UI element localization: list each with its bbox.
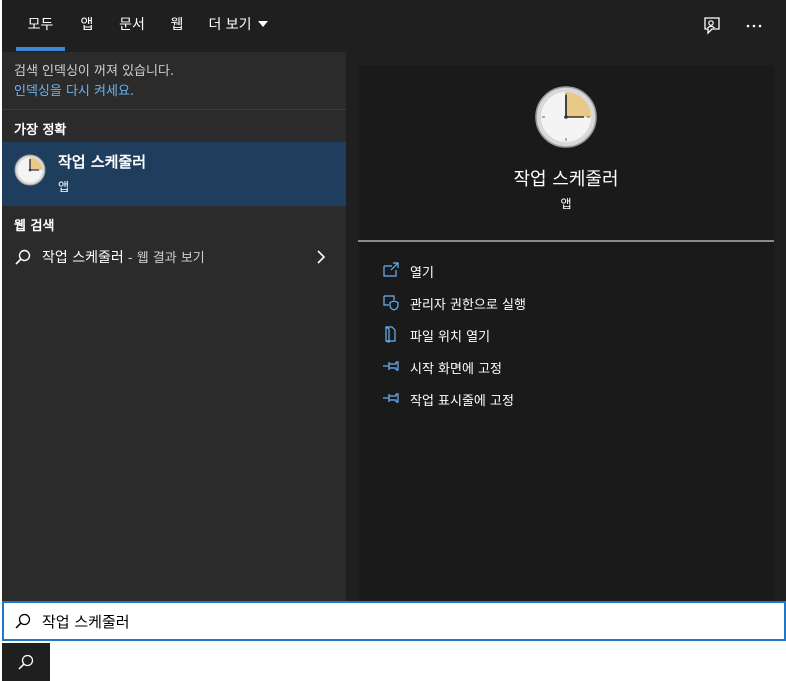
search-input[interactable]: 작업 스케줄러	[42, 611, 130, 632]
tab-web[interactable]: 웹	[162, 0, 192, 52]
web-search-suffix: - 웹 결과 보기	[123, 251, 205, 266]
feedback-icon[interactable]	[700, 14, 724, 38]
clock-icon	[535, 86, 597, 148]
preview-type: 앱	[560, 197, 572, 211]
chevron-right-icon[interactable]	[314, 248, 328, 266]
search-flyout: 모두 앱 문서 웹 더 보기 검색 인덱싱이 꺼져 있습니다. 인덱싱을 다시 …	[2, 0, 786, 601]
tab-all[interactable]: 모두	[16, 0, 65, 52]
web-search-heading: 웹 검색	[14, 219, 55, 234]
action-pin-to-taskbar[interactable]: 작업 표시줄에 고정	[382, 386, 762, 412]
action-pin-to-start[interactable]: 시작 화면에 고정	[382, 354, 762, 380]
search-icon	[15, 249, 31, 265]
results-pane: 검색 인덱싱이 꺼져 있습니다. 인덱싱을 다시 켜세요. 가장 정확 작업 스…	[2, 52, 346, 601]
action-label: 열기	[410, 266, 434, 281]
action-label: 작업 표시줄에 고정	[410, 394, 514, 409]
tab-documents[interactable]: 문서	[112, 0, 152, 52]
indexing-notice-text: 검색 인덱싱이 꺼져 있습니다.	[14, 64, 175, 79]
tab-label: 더 보기	[208, 17, 252, 33]
open-icon	[383, 262, 399, 277]
clock-icon	[14, 154, 46, 186]
indexing-notice: 검색 인덱싱이 꺼져 있습니다. 인덱싱을 다시 켜세요.	[14, 62, 174, 102]
tab-label: 문서	[119, 17, 145, 33]
search-box[interactable]: 작업 스케줄러	[2, 601, 786, 641]
best-match-title: 작업 스케줄러	[58, 153, 147, 171]
best-match-type: 앱	[58, 180, 70, 194]
filter-tabs-bar: 모두 앱 문서 웹 더 보기	[2, 0, 786, 52]
tab-more[interactable]: 더 보기	[202, 0, 274, 52]
tab-apps[interactable]: 앱	[72, 0, 102, 52]
action-label: 파일 위치 열기	[410, 330, 491, 345]
screen: 모두 앱 문서 웹 더 보기 검색 인덱싱이 꺼져 있습니다. 인덱싱을 다시 …	[0, 0, 786, 681]
active-tab-indicator	[16, 47, 65, 51]
web-search-item[interactable]: 작업 스케줄러 - 웹 결과 보기	[2, 242, 346, 272]
admin-shield-icon	[383, 295, 399, 311]
caret-down-icon	[257, 21, 268, 27]
preview-title: 작업 스케줄러	[513, 169, 619, 190]
web-search-query-text: 작업 스케줄러	[42, 250, 124, 266]
action-open-file-location[interactable]: 파일 위치 열기	[382, 322, 762, 348]
best-match-item[interactable]: 작업 스케줄러 앱	[2, 142, 346, 206]
divider	[358, 240, 774, 242]
action-open[interactable]: 열기	[382, 258, 762, 284]
divider	[2, 109, 346, 110]
preview-pane: 작업 스케줄러 앱 열기 관리자 권한으로 실행 파일 위치 열기 시작 화면에…	[358, 65, 774, 601]
search-icon	[18, 654, 34, 670]
action-label: 시작 화면에 고정	[410, 362, 502, 377]
pin-icon	[383, 361, 399, 371]
tab-label: 웹	[170, 17, 184, 33]
tab-label: 모두	[27, 17, 54, 33]
best-match-heading: 가장 정확	[14, 123, 67, 138]
reenable-indexing-link[interactable]: 인덱싱을 다시 켜세요.	[14, 82, 174, 102]
action-run-as-admin[interactable]: 관리자 권한으로 실행	[382, 290, 762, 316]
pin-icon	[383, 393, 399, 403]
tab-label: 앱	[80, 17, 94, 33]
file-location-icon	[385, 326, 396, 343]
more-options-icon[interactable]	[742, 14, 766, 38]
taskbar-search-button[interactable]	[2, 643, 50, 681]
web-search-query: 작업 스케줄러 - 웹 결과 보기	[42, 247, 205, 267]
action-label: 관리자 권한으로 실행	[410, 298, 526, 313]
search-icon	[15, 613, 31, 629]
